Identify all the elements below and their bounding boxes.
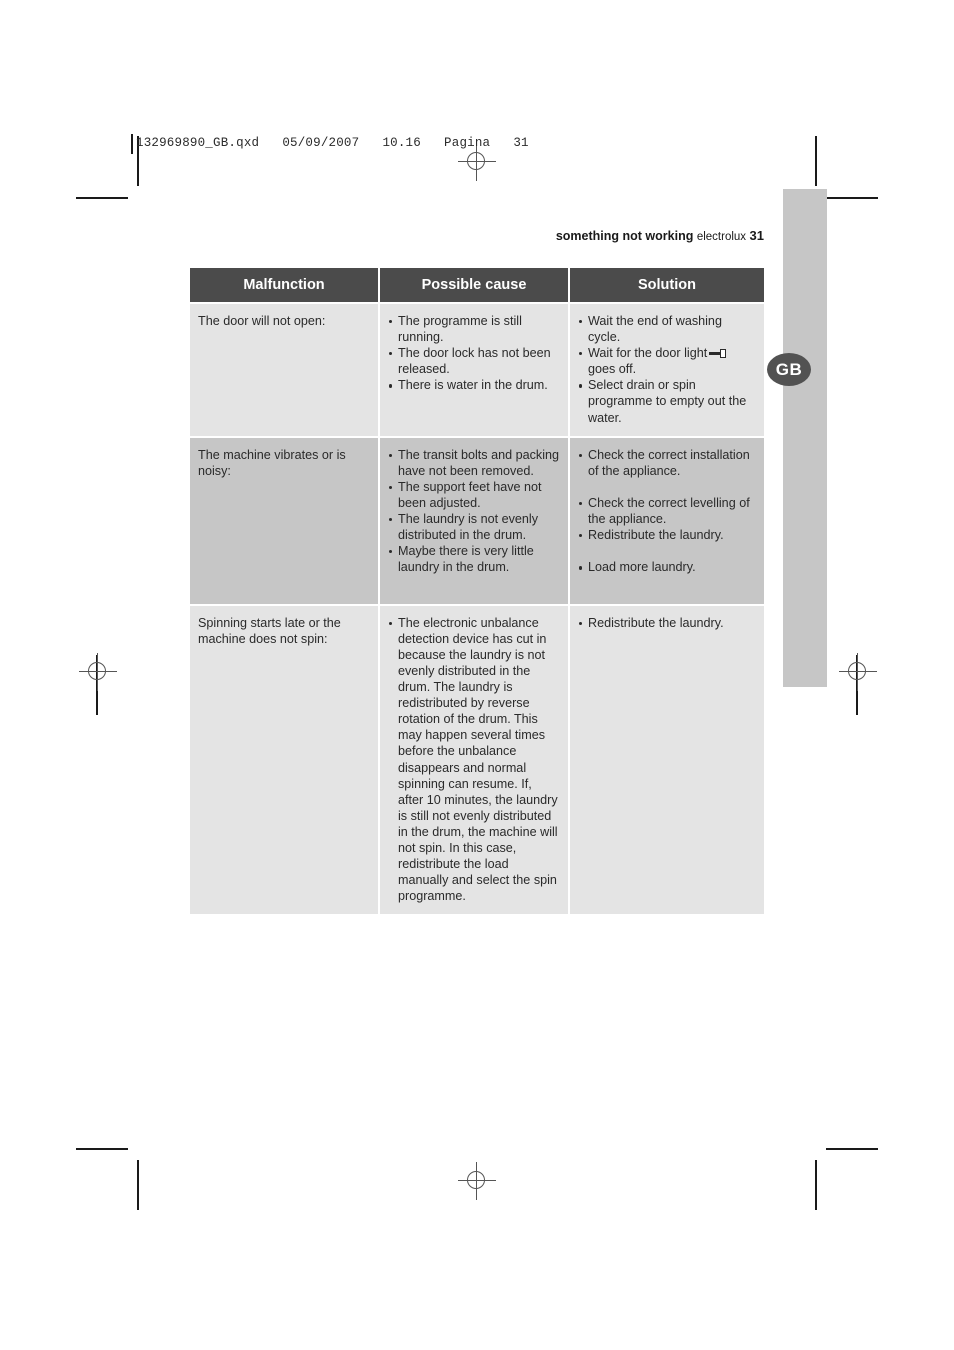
registration-mark-bottom	[458, 1162, 496, 1200]
cell-possible-cause: The transit bolts and packing have not b…	[380, 437, 568, 604]
table-row: Spinning starts late or the machine does…	[190, 605, 764, 915]
column-header-malfunction: Malfunction	[190, 268, 378, 302]
cell-possible-cause: The programme is still running. The door…	[380, 304, 568, 436]
cell-solution: Wait the end of washing cycle. Wait for …	[570, 304, 764, 436]
solution-list: Wait the end of washing cycle. Wait for …	[578, 313, 756, 426]
solution-text-after-icon: goes off.	[588, 362, 637, 377]
possible-cause-list: The electronic unbalance detection devic…	[388, 615, 560, 905]
crop-mark-top-left-horizontal	[76, 197, 128, 199]
crop-mark-bottom-left-vertical	[137, 1160, 139, 1210]
possible-cause-list: The transit bolts and packing have not b…	[388, 447, 560, 576]
list-item: Check the correct installation of the ap…	[578, 447, 756, 479]
cell-malfunction: The door will not open:	[190, 304, 378, 436]
list-item: Load more laundry.	[578, 559, 756, 575]
language-badge-gb: GB	[767, 353, 811, 386]
malfunction-text: The door will not open:	[198, 314, 326, 328]
file-info-header: 132969890_GB.qxd 05/09/2007 10.16 Pagina…	[131, 134, 529, 154]
troubleshooting-table: Malfunction Possible cause Solution The …	[190, 268, 764, 915]
table-header-row: Malfunction Possible cause Solution	[190, 268, 764, 302]
list-item: The electronic unbalance detection devic…	[388, 615, 560, 905]
running-head: something not working electrolux 31	[190, 228, 764, 243]
cell-malfunction: The machine vibrates or is noisy:	[190, 437, 378, 604]
solution-list: Redistribute the laundry.	[578, 615, 756, 631]
possible-cause-list: The programme is still running. The door…	[388, 313, 560, 393]
cell-malfunction: Spinning starts late or the machine does…	[190, 605, 378, 915]
list-item: Maybe there is very little laundry in th…	[388, 543, 560, 575]
solution-text-before-icon: Wait for the door light	[588, 346, 708, 361]
cell-possible-cause: The electronic unbalance detection devic…	[380, 605, 568, 915]
list-item: The laundry is not evenly distributed in…	[388, 511, 560, 543]
malfunction-text: Spinning starts late or the machine does…	[198, 615, 341, 646]
cell-solution: Check the correct installation of the ap…	[570, 437, 764, 604]
crop-mark-top-right-horizontal	[826, 197, 878, 199]
table-row: The door will not open: The programme is…	[190, 304, 764, 436]
malfunction-text: The machine vibrates or is noisy:	[198, 447, 346, 478]
crop-mark-bottom-right-horizontal	[826, 1148, 878, 1150]
running-head-brand: electrolux	[696, 231, 747, 243]
registration-mark-left	[79, 653, 117, 691]
crop-mark-bottom-left-horizontal	[76, 1148, 128, 1150]
table-row: The machine vibrates or is noisy: The tr…	[190, 437, 764, 604]
language-badge-label: GB	[775, 359, 803, 379]
column-header-solution: Solution	[570, 268, 764, 302]
file-info-rule	[131, 134, 133, 154]
list-item: The transit bolts and packing have not b…	[388, 447, 560, 479]
list-item: The programme is still running.	[388, 313, 560, 345]
list-item: Wait the end of washing cycle.	[578, 313, 756, 345]
door-lock-icon	[709, 349, 727, 359]
crop-mark-top-right-vertical	[815, 136, 817, 186]
file-info-text: 132969890_GB.qxd 05/09/2007 10.16 Pagina…	[136, 136, 529, 150]
cell-solution: Redistribute the laundry.	[570, 605, 764, 915]
list-item: There is water in the drum.	[388, 377, 560, 393]
list-item: Redistribute the laundry.	[578, 615, 756, 631]
registration-mark-right	[839, 653, 877, 691]
list-item: Check the correct levelling of the appli…	[578, 495, 756, 527]
solution-list: Check the correct installation of the ap…	[578, 447, 756, 576]
language-tab-strip	[783, 189, 827, 687]
list-item: Select drain or spin programme to empty …	[578, 377, 756, 425]
list-item: The door lock has not been released.	[388, 345, 560, 377]
column-header-possible-cause: Possible cause	[380, 268, 568, 302]
list-item: The support feet have not been adjusted.	[388, 479, 560, 511]
crop-mark-bottom-right-vertical	[815, 1160, 817, 1210]
page-number: 31	[749, 228, 764, 243]
list-item: Redistribute the laundry.	[578, 527, 756, 543]
list-item-with-icon: Wait for the door light goes off.	[578, 345, 756, 377]
running-head-section: something not working	[555, 229, 694, 243]
